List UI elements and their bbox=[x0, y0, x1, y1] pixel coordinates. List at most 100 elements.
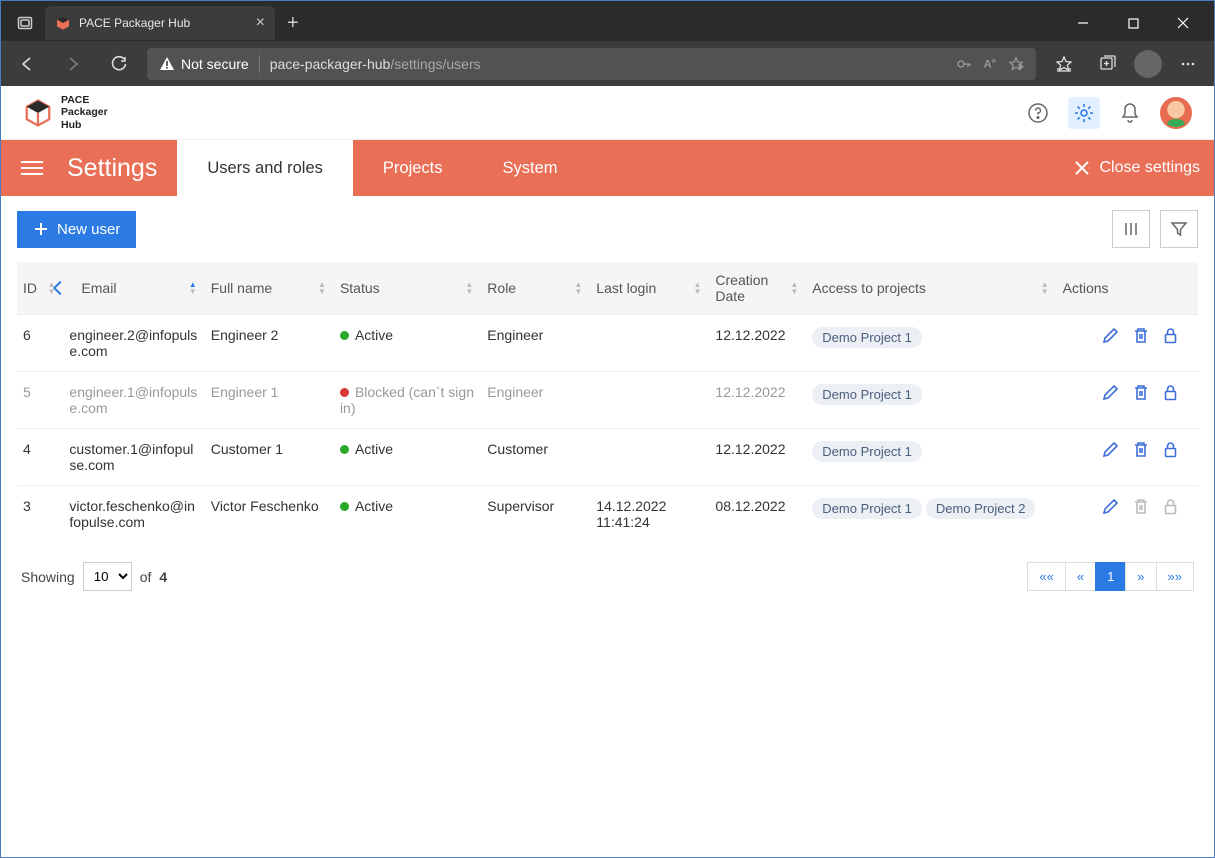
users-table: ID▲▼ Email▲▼ Full name▲▼ Status▲▼ Role▲▼… bbox=[17, 262, 1198, 542]
password-icon[interactable] bbox=[956, 56, 972, 72]
close-icon bbox=[1074, 160, 1090, 176]
col-creation[interactable]: Creation Date▲▼ bbox=[709, 262, 806, 315]
tab-users-and-roles[interactable]: Users and roles bbox=[177, 140, 353, 196]
project-chip[interactable]: Demo Project 1 bbox=[812, 327, 922, 348]
pagination: «« « 1 » »» bbox=[1028, 562, 1194, 591]
page-next[interactable]: » bbox=[1125, 562, 1156, 591]
edit-button[interactable] bbox=[1102, 441, 1119, 461]
page-first[interactable]: «« bbox=[1027, 562, 1065, 591]
table-row: 4 customer.1@infopulse.com Customer 1 Ac… bbox=[17, 429, 1198, 486]
page-prev[interactable]: « bbox=[1065, 562, 1096, 591]
edit-button[interactable] bbox=[1102, 327, 1119, 347]
status-dot-icon bbox=[340, 502, 349, 511]
col-status[interactable]: Status▲▼ bbox=[334, 262, 481, 315]
cell-creation: 08.12.2022 bbox=[709, 486, 806, 543]
col-role[interactable]: Role▲▼ bbox=[481, 262, 590, 315]
project-chip[interactable]: Demo Project 1 bbox=[812, 498, 922, 519]
cell-projects: Demo Project 1 bbox=[806, 372, 1056, 429]
cell-status: Active bbox=[334, 429, 481, 486]
cell-status: Active bbox=[334, 315, 481, 372]
browser-chrome: PACE Packager Hub × + Not secure pace-pa… bbox=[1, 1, 1214, 86]
tab-system[interactable]: System bbox=[473, 140, 588, 196]
col-access[interactable]: Access to projects▲▼ bbox=[806, 262, 1056, 315]
page-last[interactable]: »» bbox=[1156, 562, 1194, 591]
cell-status: Blocked (can`t sign in) bbox=[334, 372, 481, 429]
tab-overview-button[interactable] bbox=[9, 7, 41, 39]
favorites-button[interactable] bbox=[1046, 46, 1082, 82]
cell-lastlogin: 14.12.2022 11:41:24 bbox=[590, 486, 709, 543]
lock-button[interactable] bbox=[1163, 327, 1178, 347]
cell-fullname: Engineer 1 bbox=[205, 372, 334, 429]
new-user-button[interactable]: New user bbox=[17, 211, 136, 248]
warning-icon bbox=[159, 56, 175, 72]
browser-tab[interactable]: PACE Packager Hub × bbox=[45, 6, 275, 40]
col-fullname[interactable]: Full name▲▼ bbox=[205, 262, 334, 315]
delete-button[interactable] bbox=[1133, 327, 1149, 347]
address-bar[interactable]: Not secure pace-packager-hub/settings/us… bbox=[147, 48, 1036, 80]
columns-button[interactable] bbox=[1112, 210, 1150, 248]
url-text: pace-packager-hub/settings/users bbox=[270, 56, 481, 72]
project-chip[interactable]: Demo Project 2 bbox=[926, 498, 1036, 519]
project-chip[interactable]: Demo Project 1 bbox=[812, 441, 922, 462]
svg-text:+: + bbox=[1019, 64, 1023, 71]
browser-profile[interactable] bbox=[1134, 50, 1162, 78]
menu-button[interactable] bbox=[15, 155, 49, 181]
cell-email: engineer.1@infopulse.com bbox=[63, 372, 204, 429]
page-1[interactable]: 1 bbox=[1095, 562, 1126, 591]
lock-button[interactable] bbox=[1163, 441, 1178, 461]
filter-button[interactable] bbox=[1160, 210, 1198, 248]
cell-id: 4 bbox=[17, 429, 63, 486]
close-settings-button[interactable]: Close settings bbox=[1074, 159, 1201, 177]
lock-button[interactable] bbox=[1163, 384, 1178, 404]
nav-forward[interactable] bbox=[55, 46, 91, 82]
cell-email: engineer.2@infopulse.com bbox=[63, 315, 204, 372]
delete-button bbox=[1133, 498, 1149, 518]
window-minimize[interactable] bbox=[1060, 7, 1106, 39]
page-title: Settings bbox=[67, 154, 157, 183]
col-lastlogin[interactable]: Last login▲▼ bbox=[590, 262, 709, 315]
cell-role: Engineer bbox=[481, 372, 590, 429]
cell-status: Active bbox=[334, 486, 481, 543]
browser-menu[interactable] bbox=[1170, 46, 1206, 82]
lock-button bbox=[1163, 498, 1178, 518]
tab-projects[interactable]: Projects bbox=[353, 140, 473, 196]
cell-projects: Demo Project 1 bbox=[806, 315, 1056, 372]
cell-projects: Demo Project 1Demo Project 2 bbox=[806, 486, 1056, 543]
delete-button[interactable] bbox=[1133, 384, 1149, 404]
close-tab-icon[interactable]: × bbox=[256, 14, 265, 32]
col-email[interactable]: Email▲▼ bbox=[63, 262, 204, 315]
cell-fullname: Victor Feschenko bbox=[205, 486, 334, 543]
nav-reload[interactable] bbox=[101, 46, 137, 82]
collections-button[interactable] bbox=[1090, 46, 1126, 82]
edit-button[interactable] bbox=[1102, 498, 1119, 518]
nav-back[interactable] bbox=[9, 46, 45, 82]
edit-button[interactable] bbox=[1102, 384, 1119, 404]
plus-icon bbox=[33, 221, 49, 237]
cell-fullname: Engineer 2 bbox=[205, 315, 334, 372]
cube-icon bbox=[23, 98, 53, 128]
window-close[interactable] bbox=[1160, 7, 1206, 39]
cell-lastlogin bbox=[590, 315, 709, 372]
cell-email: victor.feschenko@infopulse.com bbox=[63, 486, 204, 543]
notifications-button[interactable] bbox=[1114, 97, 1146, 129]
col-actions: Actions bbox=[1057, 262, 1198, 315]
settings-button[interactable] bbox=[1068, 97, 1100, 129]
new-tab-button[interactable]: + bbox=[279, 8, 307, 39]
page-size-select[interactable]: 10 bbox=[83, 562, 132, 591]
cell-lastlogin bbox=[590, 372, 709, 429]
window-maximize[interactable] bbox=[1110, 7, 1156, 39]
project-chip[interactable]: Demo Project 1 bbox=[812, 384, 922, 405]
delete-button[interactable] bbox=[1133, 441, 1149, 461]
help-button[interactable] bbox=[1022, 97, 1054, 129]
app-logo[interactable]: PACEPackagerHub bbox=[23, 94, 108, 130]
user-avatar[interactable] bbox=[1160, 97, 1192, 129]
cell-creation: 12.12.2022 bbox=[709, 315, 806, 372]
table-row: 3 victor.feschenko@infopulse.com Victor … bbox=[17, 486, 1198, 543]
cell-projects: Demo Project 1 bbox=[806, 429, 1056, 486]
read-aloud-icon[interactable]: A» bbox=[984, 56, 996, 71]
not-secure-badge[interactable]: Not secure bbox=[159, 56, 249, 72]
cell-role: Customer bbox=[481, 429, 590, 486]
app-header: PACEPackagerHub bbox=[1, 86, 1214, 140]
favorite-icon[interactable]: + bbox=[1008, 56, 1024, 72]
showing-control: Showing 10 of 4 bbox=[21, 562, 167, 591]
